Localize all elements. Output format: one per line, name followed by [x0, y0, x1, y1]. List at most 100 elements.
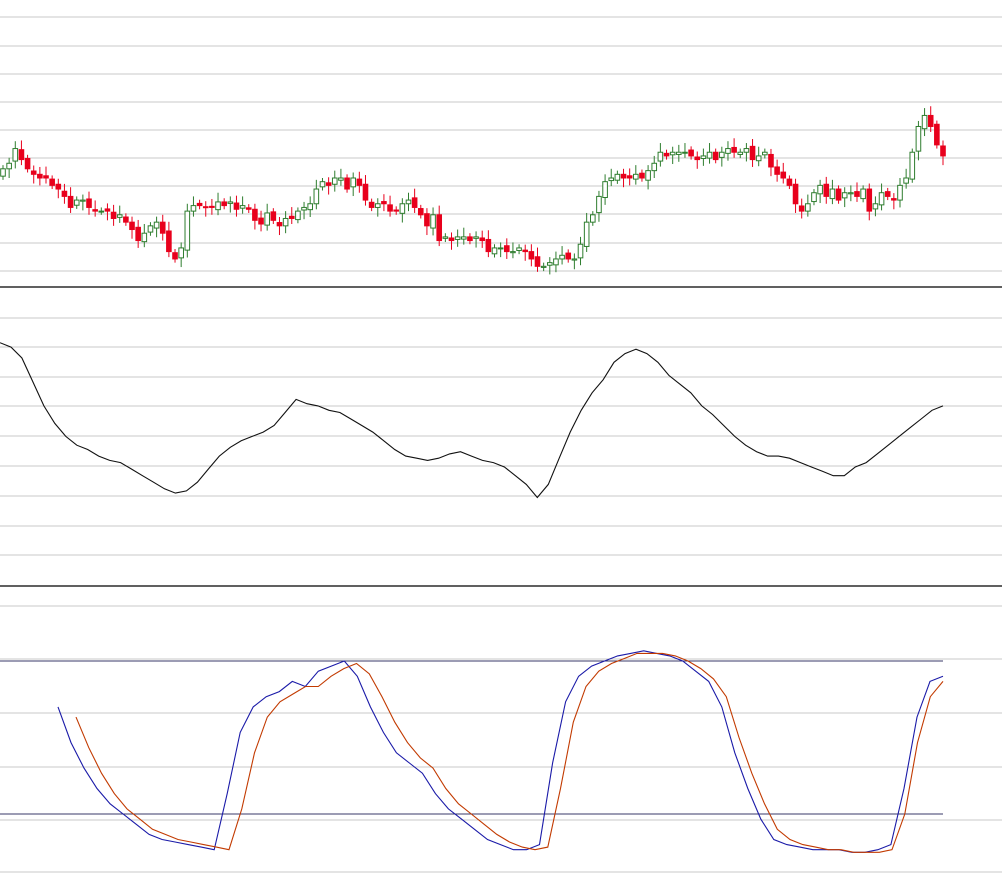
candle-body — [719, 151, 725, 158]
candle-body — [196, 202, 203, 207]
candle-body — [780, 171, 787, 179]
candle-body — [700, 155, 707, 159]
candle-body — [43, 175, 49, 179]
candle-body — [645, 170, 651, 181]
candle-body — [762, 151, 768, 156]
candle-body — [540, 265, 547, 268]
candle-body — [817, 184, 823, 195]
candle-body — [282, 217, 289, 227]
candle-body — [835, 188, 842, 201]
candle-body — [522, 249, 529, 253]
candle-body — [245, 207, 252, 210]
candle-body — [258, 217, 264, 225]
candle-body — [387, 204, 393, 212]
candle-body — [399, 203, 406, 214]
candle-body — [786, 178, 793, 186]
candle-body — [227, 201, 234, 204]
candle-body — [221, 201, 227, 207]
candle-body — [891, 198, 897, 201]
candle-body — [731, 146, 737, 153]
candle-body — [934, 123, 940, 146]
candle-body — [571, 258, 578, 261]
candle-body — [381, 201, 387, 205]
candle-body — [325, 182, 332, 186]
candle-body — [448, 237, 455, 242]
candle-body — [307, 203, 313, 211]
candle-body — [215, 201, 221, 211]
candle-body — [657, 151, 664, 162]
candle-body — [559, 254, 565, 260]
candle-body — [288, 215, 295, 219]
candle-body — [104, 208, 111, 212]
candle-body — [166, 230, 172, 253]
candle-body — [159, 221, 166, 234]
candle-body — [639, 172, 645, 179]
candle-body — [61, 190, 68, 197]
candle-body — [344, 177, 350, 190]
candle-body — [12, 148, 19, 162]
candle-body — [356, 178, 363, 186]
candle-body — [295, 210, 301, 221]
candle-body — [479, 237, 486, 242]
candle-body — [503, 245, 510, 253]
candle-body — [411, 197, 418, 208]
candle-body — [676, 151, 682, 155]
candle-body — [460, 236, 467, 240]
candle-body — [694, 156, 701, 161]
candle-body — [430, 214, 436, 229]
candle-body — [884, 191, 891, 197]
candle-body — [663, 152, 670, 157]
candle-body — [270, 211, 277, 221]
candle-body — [393, 209, 400, 212]
candle-body — [712, 151, 719, 161]
candle-body — [467, 236, 473, 242]
candle-body — [135, 226, 141, 242]
candle-body — [264, 212, 270, 226]
candle-body — [915, 125, 922, 152]
candle-body — [633, 173, 639, 180]
candle-body — [202, 206, 209, 209]
candle-body — [669, 151, 676, 156]
stock-chart — [0, 0, 1002, 880]
candle-body — [872, 203, 879, 210]
candle-body — [823, 183, 830, 197]
candle-body — [6, 162, 12, 170]
candle-body — [497, 247, 504, 250]
candle-body — [153, 221, 160, 229]
candle-body — [516, 247, 522, 251]
candle-body — [301, 206, 307, 211]
candle-body — [811, 192, 817, 203]
candle-body — [454, 236, 461, 240]
candle-body — [829, 188, 836, 200]
candle-body — [49, 178, 55, 186]
candle-body — [67, 195, 74, 208]
candle-body — [80, 199, 86, 202]
candle-body — [903, 177, 909, 184]
candle-body — [706, 151, 713, 159]
candle-body — [749, 145, 756, 161]
candle-body — [147, 225, 154, 233]
candle-body — [331, 177, 338, 185]
candle-body — [553, 258, 559, 266]
candle-body — [620, 173, 627, 179]
candle-body — [405, 199, 412, 205]
chart-canvas — [0, 16, 1002, 873]
candle-body — [848, 192, 854, 195]
candle-body — [313, 188, 320, 205]
candle-body — [338, 177, 344, 181]
stochastic-k-line — [57, 650, 944, 853]
candle-body — [24, 157, 31, 170]
candle-body — [18, 149, 25, 161]
candle-body — [528, 251, 535, 260]
candle-body — [350, 177, 356, 188]
candle-body — [98, 210, 105, 213]
candle-body — [110, 211, 117, 219]
candle-body — [116, 214, 123, 218]
candle-body — [792, 183, 799, 205]
candle-body — [774, 166, 780, 175]
candle-body — [878, 192, 885, 206]
candle-body — [860, 188, 866, 200]
candle-body — [92, 209, 98, 212]
candle-body — [485, 238, 492, 253]
candle-body — [602, 181, 608, 199]
